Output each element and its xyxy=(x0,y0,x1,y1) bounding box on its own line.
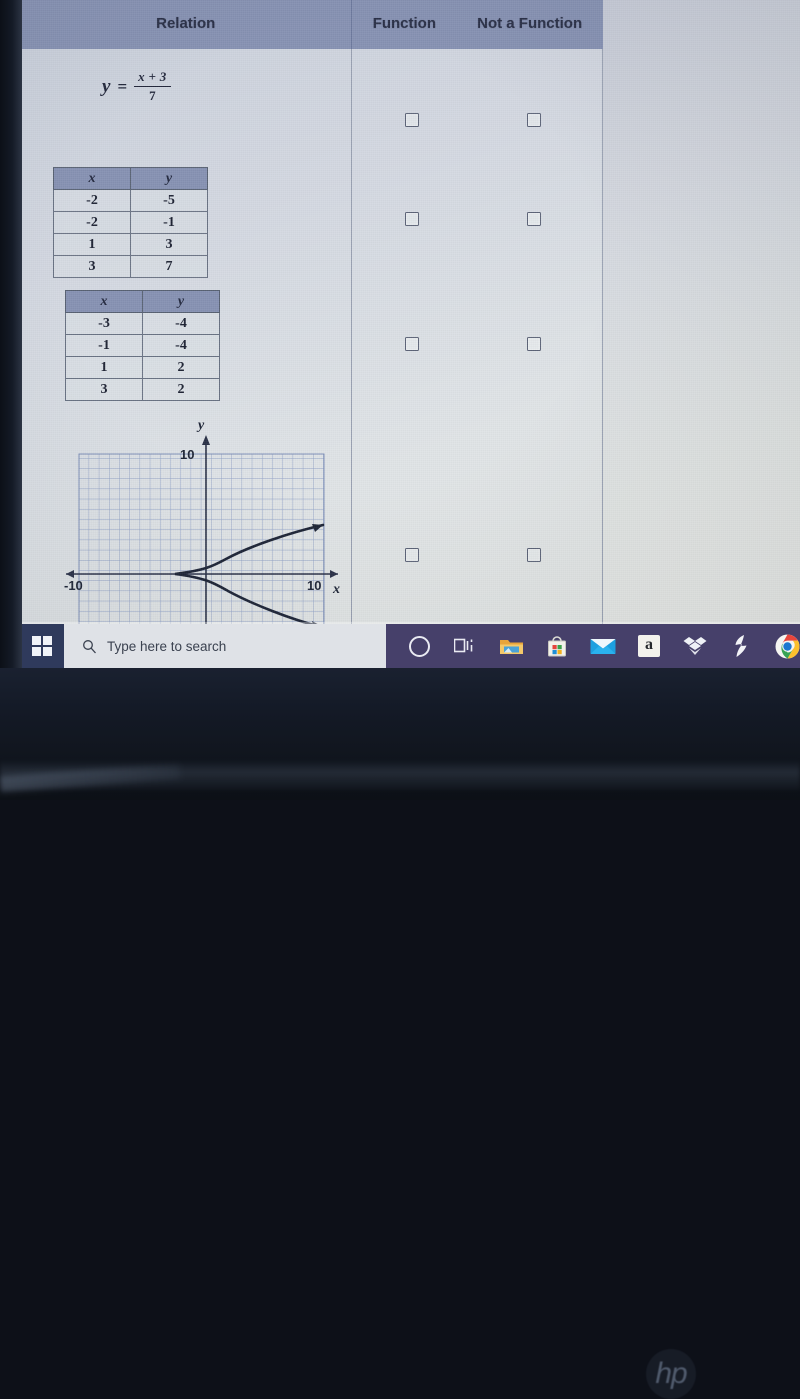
windows-taskbar: Type here to search a xyxy=(20,624,800,668)
table-row: -3 -4 xyxy=(65,312,220,335)
table-1-header-x: x xyxy=(53,167,131,190)
table-2-cell-x: -3 xyxy=(65,312,143,335)
relation-row-table-1: x y -2 -5 -2 -1 1 3 3 7 xyxy=(53,167,208,278)
table-2-header-x: x xyxy=(65,290,143,313)
checkbox-not-a-function-row-3[interactable] xyxy=(526,337,541,351)
table-1-cell-y: 3 xyxy=(130,233,208,256)
table-2-cell-x: 1 xyxy=(65,356,143,379)
search-placeholder-text: Type here to search xyxy=(106,638,227,654)
taskbar-tray: a xyxy=(386,624,800,668)
equation-fraction: x + 3 7 xyxy=(134,69,171,104)
table-2-cell-y: 2 xyxy=(142,356,220,379)
amazon-a-icon[interactable]: a xyxy=(636,633,662,659)
graph-ytick-10: 10 xyxy=(180,447,194,462)
worksheet-table: Relation Function Not a Function y = x +… xyxy=(20,0,603,668)
relation-row-table-2: x y -3 -4 -1 -4 1 2 3 2 xyxy=(65,290,220,401)
table-1-header-row: x y xyxy=(53,167,208,190)
column-header-function: Function xyxy=(372,14,437,32)
table-2-header-row: x y xyxy=(65,290,220,313)
graph-ylabel: y xyxy=(196,418,205,433)
checkbox-function-row-4[interactable] xyxy=(404,548,419,562)
table-1-cell-x: -2 xyxy=(53,189,131,212)
checkbox-function-row-2[interactable] xyxy=(404,212,419,226)
fraction-numerator: x + 3 xyxy=(134,69,171,87)
column-header-not-a-function: Not a Function xyxy=(477,14,583,32)
graph-xtick-neg10: -10 xyxy=(64,578,83,593)
equation-operator: = xyxy=(117,76,128,96)
page-right-margin xyxy=(603,0,800,640)
table-1-cell-x: -2 xyxy=(53,211,131,234)
envelope-icon[interactable] xyxy=(590,633,616,659)
table-row: -2 -5 xyxy=(53,189,208,212)
table-2-header-y: y xyxy=(142,290,220,313)
task-view-icon[interactable] xyxy=(452,633,478,659)
answer-columns xyxy=(352,49,603,668)
table-row: -2 -1 xyxy=(53,211,208,234)
cortana-circle-icon[interactable] xyxy=(406,633,432,659)
laptop-left-bezel xyxy=(0,0,22,670)
lightning-bolt-icon[interactable] xyxy=(728,633,754,659)
checkbox-not-a-function-row-2[interactable] xyxy=(526,212,541,226)
table-2-cell-y: -4 xyxy=(142,312,220,335)
hp-logo: hp xyxy=(646,1349,696,1399)
table-2-cell-x: -1 xyxy=(65,334,143,357)
equation-expression: y = x + 3 7 xyxy=(102,69,171,104)
table-1-cell-y: -1 xyxy=(130,211,208,234)
search-input[interactable]: Type here to search xyxy=(63,624,386,668)
table-body: y = x + 3 7 x y -2 -5 -2 -1 1 3 3 7 x y … xyxy=(20,49,603,668)
table-1-cell-x: 1 xyxy=(53,233,131,256)
table-2-cell-y: 2 xyxy=(142,378,220,401)
graph-xtick-10: 10 xyxy=(307,578,321,593)
checkbox-function-row-3[interactable] xyxy=(404,337,419,351)
checkbox-function-row-1[interactable] xyxy=(404,113,419,127)
table-2-cell-y: -4 xyxy=(142,334,220,357)
start-button[interactable] xyxy=(20,624,64,668)
column-header-relation: Relation xyxy=(20,0,353,49)
store-bag-icon[interactable] xyxy=(544,633,570,659)
table-1-cell-x: 3 xyxy=(53,255,131,278)
table-row: 1 2 xyxy=(65,356,220,379)
laptop-photo: Relation Function Not a Function y = x +… xyxy=(0,0,800,1399)
windows-icon xyxy=(31,635,53,657)
table-header-row: Relation Function Not a Function xyxy=(20,0,603,49)
checkbox-not-a-function-row-1[interactable] xyxy=(526,113,541,127)
folder-icon[interactable] xyxy=(498,633,524,659)
amazon-a-glyph: a xyxy=(638,635,660,657)
checkbox-not-a-function-row-4[interactable] xyxy=(526,548,541,562)
relation-row-equation: y = x + 3 7 xyxy=(20,69,352,104)
table-1-cell-y: 7 xyxy=(130,255,208,278)
graph-xlabel: x xyxy=(332,582,340,597)
fraction-denominator: 7 xyxy=(149,88,156,103)
chrome-icon[interactable] xyxy=(774,633,800,659)
table-row: 1 3 xyxy=(53,233,208,256)
table-2-cell-x: 3 xyxy=(65,378,143,401)
table-row: 3 2 xyxy=(65,378,220,401)
relation-column: y = x + 3 7 x y -2 -5 -2 -1 1 3 3 7 x y … xyxy=(20,49,352,668)
table-row: 3 7 xyxy=(53,255,208,278)
table-1-header-y: y xyxy=(130,167,208,190)
laptop-screen: Relation Function Not a Function y = x +… xyxy=(20,0,800,668)
table-1-cell-y: -5 xyxy=(130,189,208,212)
table-row: -1 -4 xyxy=(65,334,220,357)
search-icon xyxy=(82,639,97,654)
equation-lhs: y xyxy=(102,75,111,97)
dropbox-icon[interactable] xyxy=(682,633,708,659)
